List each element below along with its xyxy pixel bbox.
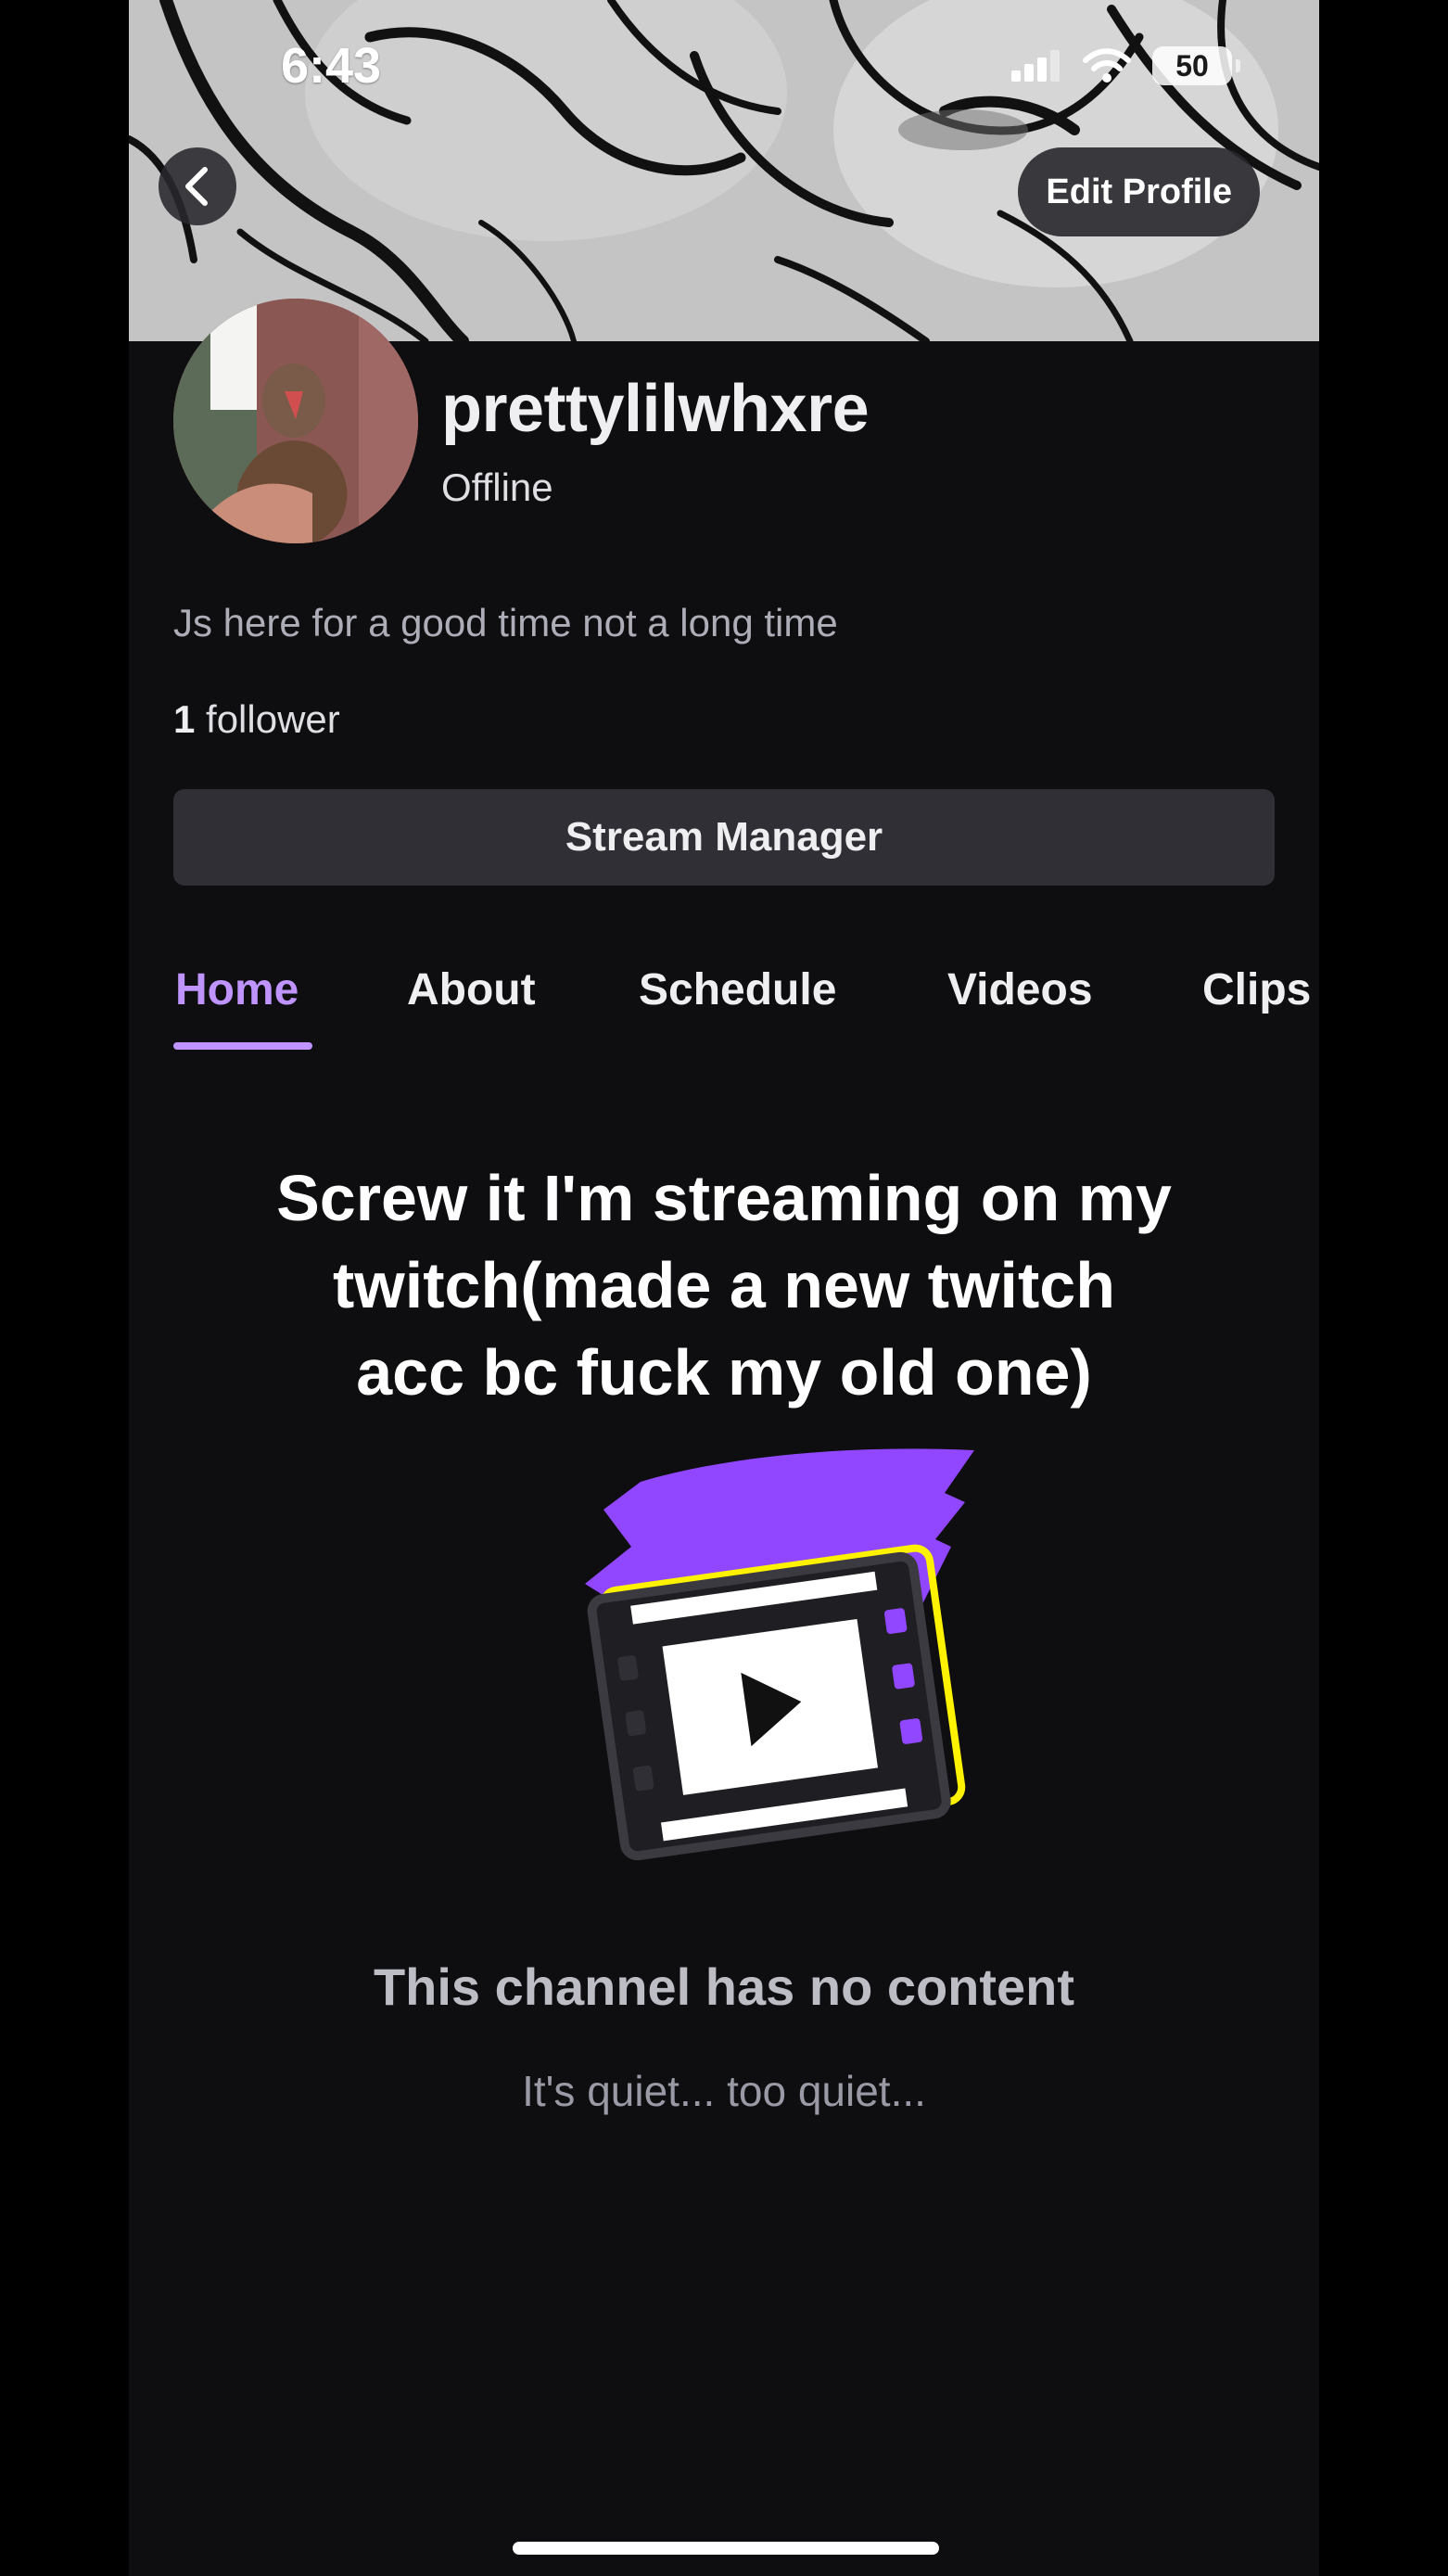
tab-about[interactable]: About (407, 964, 536, 1015)
home-indicator[interactable] (513, 2542, 939, 2555)
tab-schedule[interactable]: Schedule (639, 964, 836, 1015)
film-strip-icon (585, 1448, 974, 1861)
signal-icon (1011, 50, 1060, 82)
status-icons: 50 (1011, 46, 1240, 85)
channel-bio: Js here for a good time not a long time (173, 601, 838, 644)
empty-content-illustration (474, 1445, 993, 1876)
tab-home[interactable]: Home (175, 964, 298, 1015)
edit-profile-button[interactable]: Edit Profile (1018, 147, 1260, 236)
follower-label: follower (195, 697, 340, 741)
chevron-left-icon (185, 167, 208, 206)
battery-icon: 50 (1152, 46, 1240, 85)
active-tab-indicator (173, 1042, 312, 1050)
stream-title: Screw it I'm streaming on my twitch(made… (222, 1154, 1226, 1416)
phone-screen: 6:43 50 Edit Profile prettylilwhxre Offl… (129, 0, 1319, 2576)
stream-title-line: acc bc fuck my old one) (356, 1336, 1092, 1409)
back-button[interactable] (159, 147, 236, 225)
channel-status: Offline (441, 465, 553, 509)
stream-manager-button[interactable]: Stream Manager (173, 789, 1275, 886)
empty-state-subtitle: It's quiet... too quiet... (522, 2067, 926, 2115)
follower-number: 1 (173, 697, 196, 741)
wifi-icon (1083, 48, 1131, 83)
avatar-image (173, 299, 418, 543)
tab-videos[interactable]: Videos (947, 964, 1093, 1015)
avatar[interactable] (173, 299, 418, 543)
status-time: 6:43 (281, 38, 382, 94)
tab-clips[interactable]: Clips (1202, 964, 1311, 1015)
username: prettylilwhxre (441, 372, 870, 446)
stream-title-line: Screw it I'm streaming on my (276, 1162, 1172, 1234)
stream-title-line: twitch(made a new twitch (333, 1249, 1115, 1321)
follower-count[interactable]: 1 follower (173, 697, 340, 742)
channel-tabs: Home About Schedule Videos Clips (129, 955, 1319, 1057)
empty-state-title: This channel has no content (373, 1958, 1075, 2016)
